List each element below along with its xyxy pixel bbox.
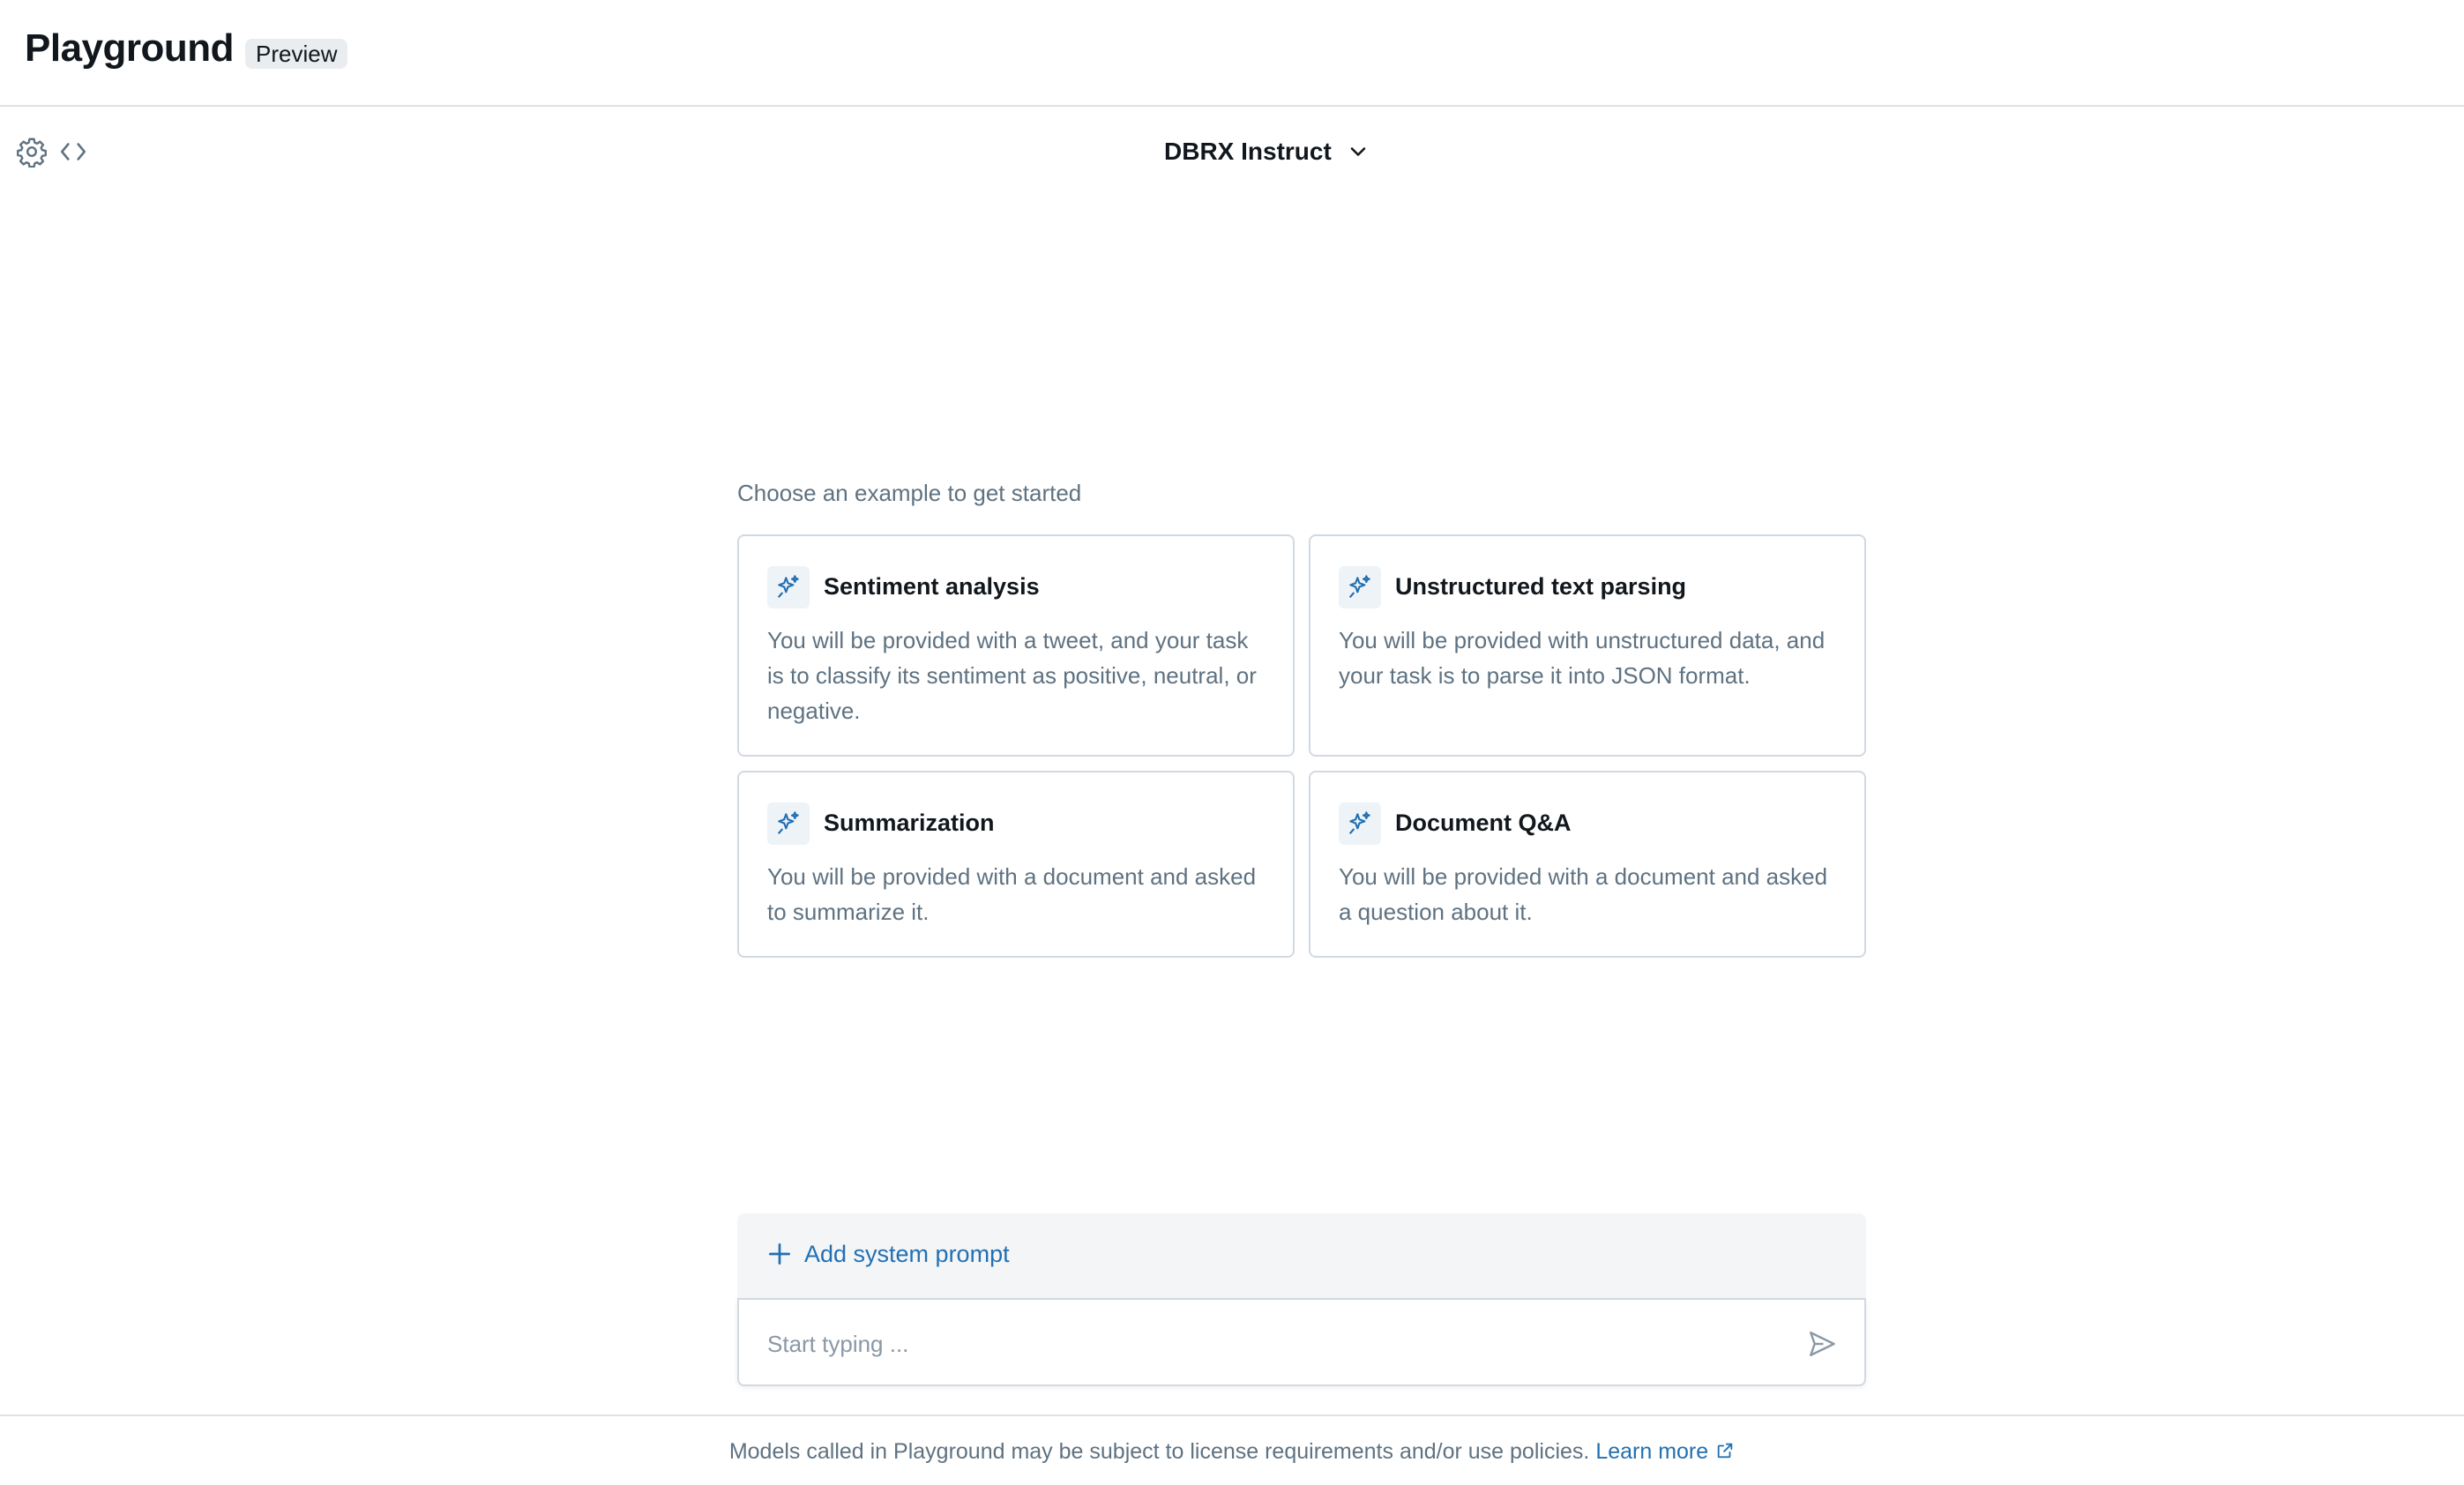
example-card-summarization[interactable]: Summarization You will be provided with …	[737, 771, 1295, 958]
add-system-prompt-label: Add system prompt	[804, 1240, 1010, 1267]
footer-disclaimer: Models called in Playground may be subje…	[728, 1439, 1596, 1464]
add-system-prompt-button[interactable]: Add system prompt	[765, 1240, 1010, 1268]
model-select-label: DBRX Instruct	[1164, 138, 1332, 165]
footer-text-row: Models called in Playground may be subje…	[0, 1439, 2464, 1465]
page-title: Playground	[25, 26, 235, 70]
card-description: You will be provided with a document and…	[1339, 863, 1828, 925]
card-title: Document Q&A	[1395, 810, 1572, 836]
chat-input[interactable]	[767, 1326, 1773, 1362]
card-title: Sentiment analysis	[824, 573, 1040, 600]
system-prompt-bar: Add system prompt	[737, 1213, 1866, 1300]
page-footer: Models called in Playground may be subje…	[0, 1414, 2464, 1485]
card-description: You will be provided with a document and…	[767, 863, 1257, 925]
sparkle-icon	[767, 802, 810, 845]
external-link-icon	[1717, 1443, 1733, 1459]
sparkle-icon	[767, 566, 810, 608]
card-title: Summarization	[824, 810, 995, 836]
sparkle-icon	[1339, 802, 1381, 845]
example-card-unstructured-text-parsing[interactable]: Unstructured text parsing You will be pr…	[1309, 534, 1866, 757]
example-card-document-qa[interactable]: Document Q&A You will be provided with a…	[1309, 771, 1866, 958]
example-card-sentiment-analysis[interactable]: Sentiment analysis You will be provided …	[737, 534, 1295, 757]
gear-icon[interactable]	[16, 136, 48, 168]
card-description: You will be provided with unstructured d…	[1339, 627, 1826, 689]
chat-input-box	[737, 1298, 1866, 1386]
card-title: Unstructured text parsing	[1395, 573, 1687, 600]
learn-more-label: Learn more	[1595, 1439, 1709, 1464]
page-header: Playground Preview	[0, 0, 2464, 107]
examples-heading: Choose an example to get started	[737, 480, 1082, 506]
learn-more-link[interactable]: Learn more	[1595, 1439, 1735, 1464]
plus-icon	[769, 1243, 790, 1265]
chevron-down-icon	[1350, 147, 1366, 156]
preview-badge: Preview	[245, 39, 348, 69]
sparkle-icon	[1339, 566, 1381, 608]
card-description: You will be provided with a tweet, and y…	[767, 627, 1257, 724]
code-icon[interactable]	[58, 138, 88, 166]
model-select[interactable]: DBRX Instruct	[1164, 132, 1370, 171]
send-icon[interactable]	[1806, 1328, 1838, 1360]
